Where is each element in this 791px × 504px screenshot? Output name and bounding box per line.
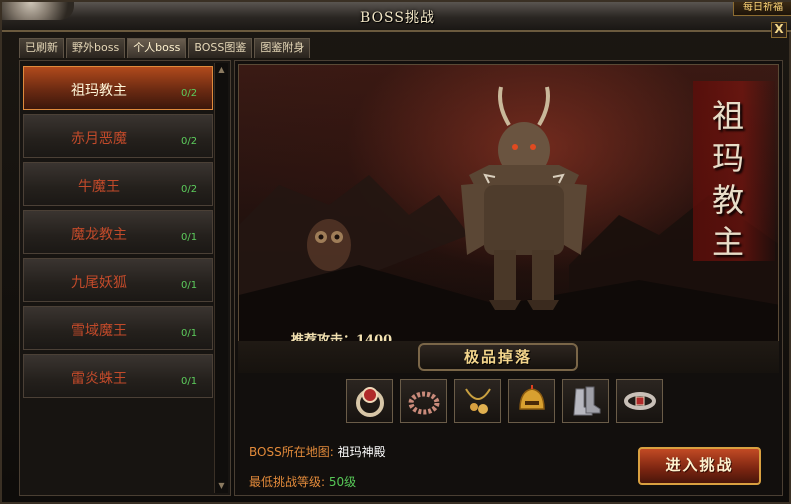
boots-icon [572, 386, 600, 416]
boss-count: 0/2 [181, 136, 198, 147]
boss-list-item[interactable]: 牛魔王 0/2 [23, 162, 213, 206]
boss-list-item[interactable]: 九尾妖狐 0/1 [23, 258, 213, 302]
boss-count: 0/2 [181, 184, 198, 195]
boss-name: 赤月恶魔 [71, 131, 127, 147]
map-label: BOSS所在地图: [249, 445, 334, 459]
boss-name: 雷炎蛛王 [71, 371, 127, 387]
close-button[interactable]: X [771, 22, 787, 38]
tab-personal-boss[interactable]: 个人boss [127, 38, 187, 58]
map-value: 祖玛神殿 [337, 445, 386, 459]
boss-name: 牛魔王 [78, 179, 120, 195]
boss-list-item[interactable]: 赤月恶魔 0/2 [23, 114, 213, 158]
boss-name: 祖玛教主 [71, 83, 127, 99]
boss-list-item[interactable]: 雪域魔王 0/1 [23, 306, 213, 350]
list-scrollbar[interactable]: ▲ ▼ [214, 63, 228, 493]
enter-challenge-button[interactable]: 进入挑战 [638, 447, 761, 485]
boss-scene: 祖玛教主 推荐攻击：1400 [238, 64, 779, 344]
boss-map-info: BOSS所在地图: 祖玛神殿 [249, 443, 386, 460]
tab-boss-codex[interactable]: BOSS图鉴 [188, 38, 253, 58]
title-bar: BOSS挑战 每日祈福 [2, 2, 791, 32]
boss-challenge-window: BOSS挑战 每日祈福 X 已刷新 野外boss 个人boss BOSS图鉴 图… [0, 0, 791, 504]
boss-list-item[interactable]: 魔龙教主 0/1 [23, 210, 213, 254]
tab-refreshed[interactable]: 已刷新 [19, 38, 64, 58]
boss-list-panel: 祖玛教主 0/2 赤月恶魔 0/2 牛魔王 0/2 魔龙教主 0/1 九尾妖狐 … [19, 60, 231, 496]
helmet-icon [518, 385, 545, 410]
boss-count: 0/1 [181, 232, 198, 243]
drop-title: 极品掉落 [418, 343, 578, 371]
boss-name: 九尾妖狐 [71, 275, 127, 291]
boss-count: 0/1 [181, 328, 198, 339]
boss-name: 雪域魔王 [71, 323, 127, 339]
boss-banner-name: 祖玛教主 [711, 97, 744, 261]
window-title: BOSS挑战 [360, 10, 435, 26]
drop-slot[interactable] [508, 379, 555, 423]
drop-slot[interactable] [562, 379, 609, 423]
drop-items [346, 379, 663, 423]
drop-slot[interactable] [454, 379, 501, 423]
daily-blessing-badge[interactable]: 每日祈福 [733, 2, 791, 16]
boss-list-item[interactable]: 祖玛教主 0/2 [23, 66, 213, 110]
ring-icon [355, 387, 384, 417]
level-label: 最低挑战等级: [249, 475, 326, 489]
scroll-down-icon[interactable]: ▼ [216, 481, 227, 491]
boss-detail-panel: 祖玛教主 推荐攻击：1400 极品掉落 BOSS所在地图: 祖玛神殿 最低挑战等… [234, 60, 783, 496]
tab-codex-possess[interactable]: 图鉴附身 [254, 38, 311, 58]
necklace-icon [464, 388, 491, 414]
scroll-up-icon[interactable]: ▲ [216, 65, 227, 75]
boss-list-item[interactable]: 雷炎蛛王 0/1 [23, 354, 213, 398]
boss-count: 0/2 [181, 88, 198, 99]
tab-field-boss[interactable]: 野外boss [66, 38, 126, 58]
boss-count: 0/1 [181, 376, 198, 387]
drop-slot[interactable] [346, 379, 393, 423]
tab-bar: 已刷新 野外boss 个人boss BOSS图鉴 图鉴附身 [19, 38, 311, 58]
bracelet-icon [408, 391, 439, 415]
boss-level-info: 最低挑战等级: 50级 [249, 473, 356, 490]
drop-slot[interactable] [400, 379, 447, 423]
drop-header: 极品掉落 [238, 341, 779, 373]
boss-name: 魔龙教主 [71, 227, 127, 243]
boss-count: 0/1 [181, 280, 198, 291]
drop-slot[interactable] [616, 379, 663, 423]
belt-icon [623, 392, 656, 410]
level-value: 50级 [328, 475, 357, 489]
